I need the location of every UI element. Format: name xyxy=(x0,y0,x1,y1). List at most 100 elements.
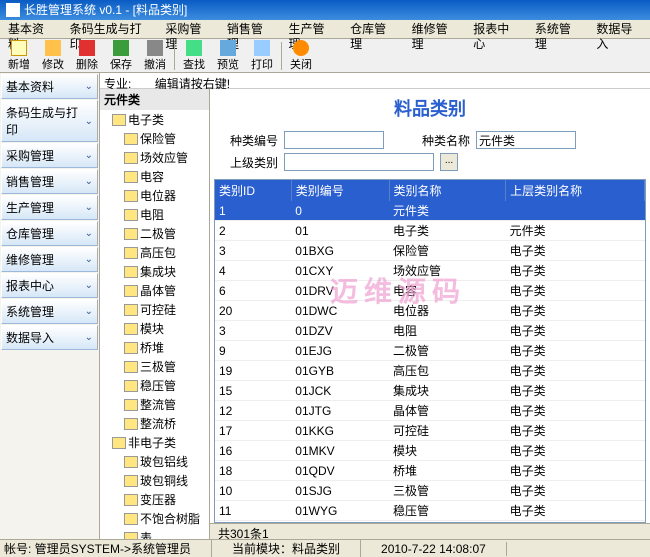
table-row[interactable]: 901EJG二极管电子类 xyxy=(215,341,645,361)
tree-node[interactable]: 二极管 xyxy=(100,224,209,243)
code-input[interactable] xyxy=(284,131,384,149)
tree-node[interactable]: 整流桥 xyxy=(100,414,209,433)
browse-button[interactable]: ... xyxy=(440,153,458,171)
parent-input[interactable] xyxy=(284,153,434,171)
menu-item[interactable]: 条码生成与打印 xyxy=(62,20,158,38)
table-row[interactable]: 2001DWC电位器电子类 xyxy=(215,301,645,321)
find-button[interactable]: 查找 xyxy=(177,39,211,73)
sidebar-item[interactable]: 条码生成与打印⌄ xyxy=(1,100,98,142)
save-button[interactable]: 保存 xyxy=(104,39,138,73)
tree-node[interactable]: 模块 xyxy=(100,319,209,338)
tree-root[interactable]: 元件类 xyxy=(100,89,209,110)
table-row[interactable]: 10元件类 xyxy=(215,201,645,221)
tree-node[interactable]: 保险管 xyxy=(100,129,209,148)
tree-node[interactable]: 整流管 xyxy=(100,395,209,414)
category-tree[interactable]: 元件类 电子类保险管场效应管电容电位器电阻二极管高压包集成块晶体管可控硅模块桥堆… xyxy=(100,89,210,539)
tree-node[interactable]: 电容 xyxy=(100,167,209,186)
preview-button[interactable]: 预览 xyxy=(211,39,245,73)
menu-item[interactable]: 生产管理 xyxy=(281,20,343,38)
parent-label: 上级类别 xyxy=(222,154,278,171)
print-icon xyxy=(254,40,270,56)
menu-item[interactable]: 报表中心 xyxy=(465,20,527,38)
window-title: 长胜管理系统 v0.1 - [料品类别] xyxy=(24,0,187,20)
column-header[interactable]: 类别ID xyxy=(215,180,291,201)
tree-node[interactable]: 变压器 xyxy=(100,490,209,509)
tree-node[interactable]: 可控硅 xyxy=(100,300,209,319)
find-icon xyxy=(186,40,202,56)
tree-node[interactable]: 晶体管 xyxy=(100,281,209,300)
tree-node[interactable]: 电位器 xyxy=(100,186,209,205)
tree-node[interactable]: 不饱合树脂 xyxy=(100,509,209,528)
table-row[interactable]: 1801QDV桥堆电子类 xyxy=(215,461,645,481)
close-icon xyxy=(293,40,309,56)
menu-item[interactable]: 仓库管理 xyxy=(342,20,404,38)
preview-icon xyxy=(220,40,236,56)
sidebar-item[interactable]: 采购管理⌄ xyxy=(1,143,98,168)
status-time: 2010-7-22 14:08:07 xyxy=(381,542,507,556)
table-row[interactable]: 401CXY场效应管电子类 xyxy=(215,261,645,281)
table-row[interactable]: 1601MKV模块电子类 xyxy=(215,441,645,461)
sidebar-item[interactable]: 系统管理⌄ xyxy=(1,299,98,324)
table-row[interactable]: 1701KKG可控硅电子类 xyxy=(215,421,645,441)
tree-node[interactable]: 玻包铜线 xyxy=(100,471,209,490)
column-header[interactable]: 类别名称 xyxy=(389,180,506,201)
column-header[interactable]: 类别编号 xyxy=(291,180,389,201)
undo-icon xyxy=(147,40,163,56)
chevron-down-icon: ⌄ xyxy=(85,306,93,317)
table-row[interactable]: 1001SJG三极管电子类 xyxy=(215,481,645,501)
tree-node[interactable]: 电子类 xyxy=(100,110,209,129)
tree-node[interactable]: 玻包铝线 xyxy=(100,452,209,471)
table-row[interactable]: 301DZV电阻电子类 xyxy=(215,321,645,341)
table-row[interactable]: 1901GYB高压包电子类 xyxy=(215,361,645,381)
table-row[interactable]: 1501JCK集成块电子类 xyxy=(215,381,645,401)
page-title: 料品类别 xyxy=(210,89,650,127)
menu-item[interactable]: 销售管理 xyxy=(219,20,281,38)
new-icon xyxy=(11,40,27,56)
menu-item[interactable]: 维修管理 xyxy=(404,20,466,38)
delete-icon xyxy=(79,40,95,56)
toolbar: 新增修改删除保存撤消查找预览打印关闭 xyxy=(0,39,650,73)
edit-button[interactable]: 修改 xyxy=(36,39,70,73)
chevron-down-icon: ⌄ xyxy=(85,116,93,127)
code-label: 种类编号 xyxy=(222,132,278,149)
menu-item[interactable]: 采购管理 xyxy=(157,20,219,38)
sidebar-item[interactable]: 基本资料⌄ xyxy=(1,74,98,99)
sidebar-item[interactable]: 仓库管理⌄ xyxy=(1,221,98,246)
sidebar-item[interactable]: 数据导入⌄ xyxy=(1,325,98,350)
tree-node[interactable]: 非电子类 xyxy=(100,433,209,452)
column-header[interactable]: 上层类别名称 xyxy=(506,180,645,201)
table-row[interactable]: 301BXG保险管电子类 xyxy=(215,241,645,261)
menu-item[interactable]: 基本资料 xyxy=(0,20,62,38)
undo-button[interactable]: 撤消 xyxy=(138,39,172,73)
menubar: 基本资料条码生成与打印采购管理销售管理生产管理仓库管理维修管理报表中心系统管理数… xyxy=(0,20,650,39)
title-bar: 长胜管理系统 v0.1 - [料品类别] xyxy=(0,0,650,20)
menu-item[interactable]: 系统管理 xyxy=(527,20,589,38)
new-button[interactable]: 新增 xyxy=(2,39,36,73)
table-row[interactable]: 1201JTG晶体管电子类 xyxy=(215,401,645,421)
table-wrap[interactable]: 类别ID类别编号类别名称上层类别名称 10元件类201电子类元件类301BXG保… xyxy=(214,179,646,523)
statusbar: 帐号: 管理员SYSTEM->系统管理员 当前模块：料品类别 2010-7-22… xyxy=(0,539,650,557)
tree-node[interactable]: 场效应管 xyxy=(100,148,209,167)
tree-node[interactable]: 高压包 xyxy=(100,243,209,262)
save-icon xyxy=(113,40,129,56)
tree-node[interactable]: 桥堆 xyxy=(100,338,209,357)
print-button[interactable]: 打印 xyxy=(245,39,279,73)
sidebar-item[interactable]: 报表中心⌄ xyxy=(1,273,98,298)
table-row[interactable]: 201电子类元件类 xyxy=(215,221,645,241)
name-input[interactable] xyxy=(476,131,576,149)
tree-node[interactable]: 稳压管 xyxy=(100,376,209,395)
close-button[interactable]: 关闭 xyxy=(284,39,318,73)
app-icon xyxy=(6,3,20,17)
tree-node[interactable]: 电阻 xyxy=(100,205,209,224)
table-row[interactable]: 601DRV电容电子类 xyxy=(215,281,645,301)
sidebar-item[interactable]: 生产管理⌄ xyxy=(1,195,98,220)
sidebar-item[interactable]: 销售管理⌄ xyxy=(1,169,98,194)
menu-item[interactable]: 数据导入 xyxy=(588,20,650,38)
tree-node[interactable]: 三极管 xyxy=(100,357,209,376)
sidebar-item[interactable]: 维修管理⌄ xyxy=(1,247,98,272)
tree-node[interactable]: 表 xyxy=(100,528,209,539)
chevron-down-icon: ⌄ xyxy=(85,254,93,265)
tree-node[interactable]: 集成块 xyxy=(100,262,209,281)
table-row[interactable]: 1101WYG稳压管电子类 xyxy=(215,501,645,521)
delete-button[interactable]: 删除 xyxy=(70,39,104,73)
